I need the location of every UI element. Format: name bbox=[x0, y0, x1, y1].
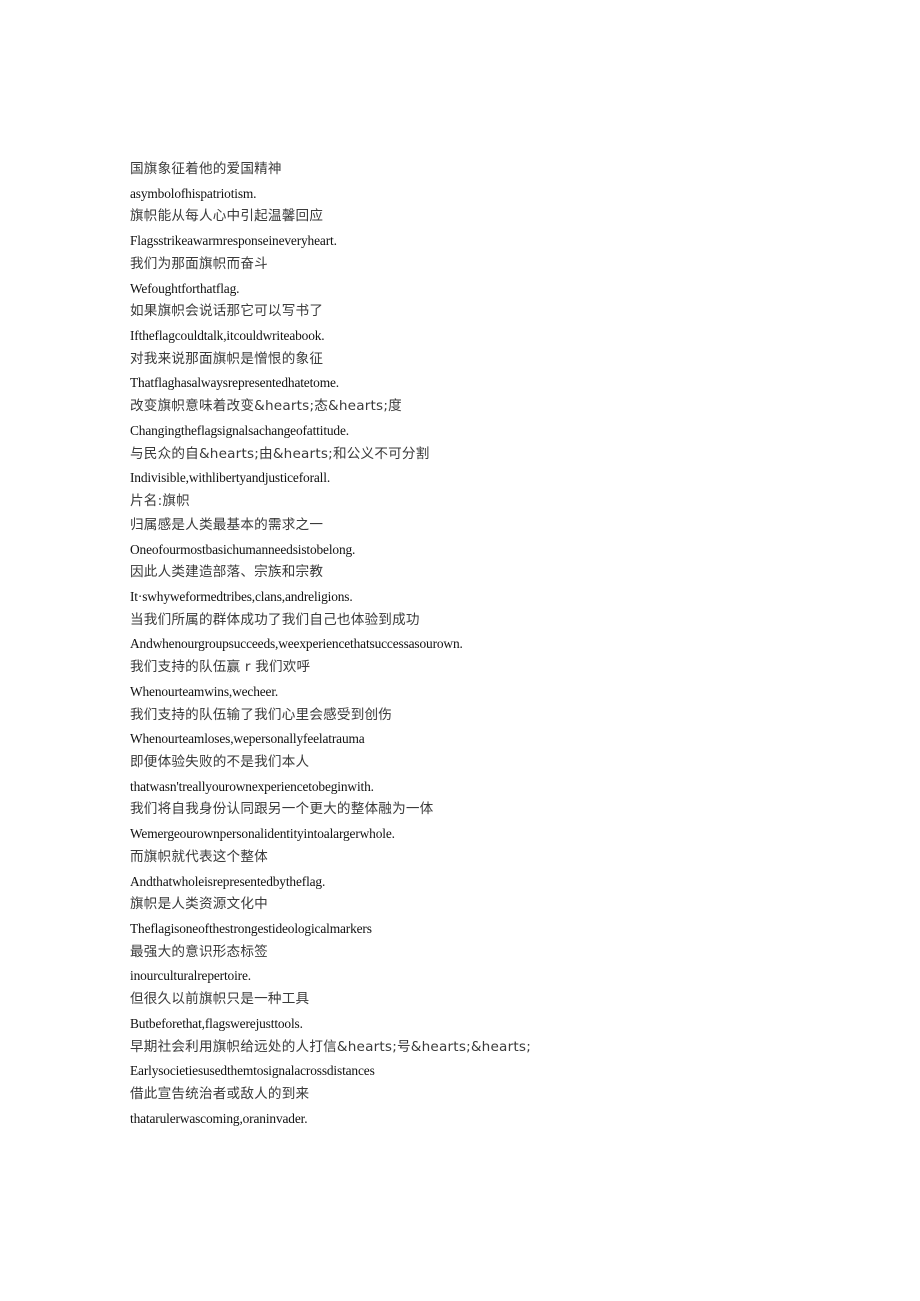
text-line: Indivisible,withlibertyandjusticeforall. bbox=[130, 470, 331, 486]
text-line: Theflagisoneofthestrongestideologicalmar… bbox=[130, 921, 372, 936]
text-line: 我们将自我身份认同跟另一个更大的整体融为一体 bbox=[130, 801, 434, 818]
text-line: Thatflaghasalwaysrepresentedhatetome. bbox=[130, 375, 339, 391]
text-line: 旗帜能从每人心中引起温馨回应 bbox=[130, 208, 324, 225]
text-line: 我们支持的队伍赢 r 我们欢呼 bbox=[130, 659, 311, 676]
text-line: 与民众的自&hearts;由&hearts;和公义不可分割 bbox=[130, 445, 430, 462]
text-line: 如果旗帜会说话那它可以写书了 bbox=[130, 303, 324, 320]
text-line: Andwhenourgroupsucceeds,weexperiencethat… bbox=[130, 636, 463, 652]
text-line: 但很久以前旗帜只是一种工具 bbox=[130, 991, 310, 1008]
text-line: 我们为那面旗帜而奋斗 bbox=[130, 255, 268, 272]
text-line: thatarulerwascoming,oraninvader. bbox=[130, 1110, 308, 1126]
text-line: 而旗帜就代表这个整体 bbox=[130, 848, 268, 865]
text-line: 当我们所属的群体成功了我们自己也体验到成功 bbox=[130, 611, 420, 628]
text-line: inourculturalrepertoire. bbox=[130, 968, 251, 984]
text-line: 借此宣告统治者或敌人的到来 bbox=[130, 1086, 310, 1103]
text-line: Changingtheflagsignalsachangeofattitude. bbox=[130, 422, 349, 438]
document-page: 国旗象征着他的爱国精神 asymbolofhispatriotism. 旗帜能从每人… bbox=[0, 0, 920, 1301]
text-line: 因此人类建造部落、宗族和宗教 bbox=[130, 564, 324, 581]
text-line: 归属感是人类最基本的需求之一 bbox=[130, 516, 324, 533]
text-line: 改变旗帜意味着改变&hearts;态&hearts;度 bbox=[130, 398, 402, 415]
text-line: 早期社会利用旗帜给远处的人打信&hearts;号&hearts;&hearts; bbox=[130, 1038, 531, 1055]
text-line: 我们支持的队伍输了我们心里会感受到创伤 bbox=[130, 706, 393, 723]
text-line: Flagsstrikeawarmresponseineveryheart. bbox=[130, 233, 337, 249]
subtitle-text-block: 国旗象征着他的爱国精神 asymbolofhispatriotism. 旗帜能从每人… bbox=[130, 158, 850, 1130]
text-line: 即便体验失败的不是我们本人 bbox=[130, 753, 310, 770]
text-line: Whenourteamwins,wecheer. bbox=[130, 683, 279, 699]
text-line: Butbeforethat,flagswerejusttools. bbox=[130, 1015, 303, 1031]
text-line: 最强大的意识形态标签 bbox=[130, 943, 268, 960]
text-line: Earlysocietiesusedthemtosignalacrossdist… bbox=[130, 1063, 375, 1079]
text-line: It·swhyweformedtribes,clans,andreligions… bbox=[130, 588, 353, 604]
text-line: 片名:旗帜 bbox=[130, 493, 190, 510]
text-line: 对我来说那面旗帜是憎恨的象征 bbox=[130, 350, 324, 367]
text-line: thatwasn'treallyourownexperiencetobeginw… bbox=[130, 778, 374, 794]
text-line: asymbolofhispatriotism. bbox=[130, 185, 257, 201]
text-line: Andthatwholeisrepresentedbytheflag. bbox=[130, 873, 326, 889]
text-line: 旗帜是人类资源文化中 bbox=[130, 896, 268, 913]
text-line: Whenourteamloses,wepersonallyfeelatrauma bbox=[130, 731, 365, 747]
text-line: 国旗象征着他的爱国精神 bbox=[130, 161, 282, 177]
text-line: Oneofourmostbasichumanneedsistobelong. bbox=[130, 541, 356, 557]
text-line: Wemergeourownpersonalidentityintoalarger… bbox=[130, 826, 395, 842]
text-line: Wefoughtforthatflag. bbox=[130, 280, 240, 296]
text-line: Iftheflagcouldtalk,itcouldwriteabook. bbox=[130, 328, 325, 344]
